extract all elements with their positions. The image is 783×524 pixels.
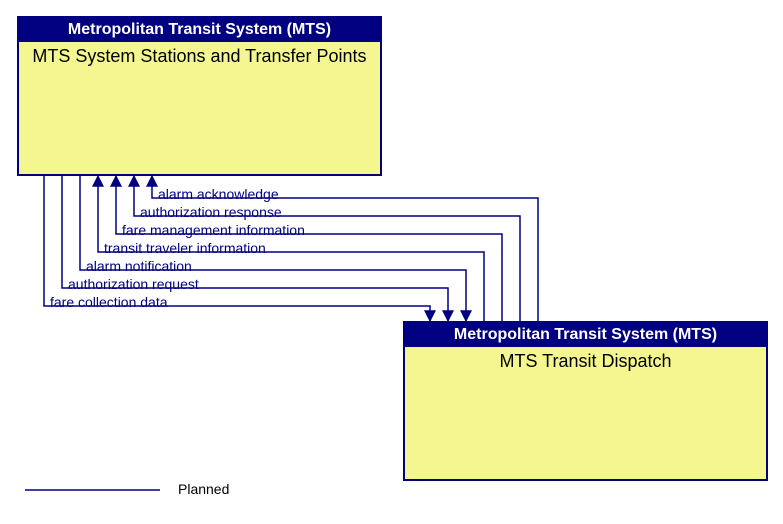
flow-label-transit-traveler-information: transit traveler information: [104, 240, 266, 256]
legend-label-planned: Planned: [178, 481, 229, 497]
entity-box-dispatch: Metropolitan Transit System (MTS) MTS Tr…: [403, 321, 768, 481]
diagram-stage: Metropolitan Transit System (MTS) MTS Sy…: [0, 0, 783, 524]
entity-title-stations: MTS System Stations and Transfer Points: [19, 42, 380, 67]
flow-label-fare-collection-data: fare collection data: [50, 294, 168, 310]
entity-box-stations: Metropolitan Transit System (MTS) MTS Sy…: [17, 16, 382, 176]
entity-org-dispatch: Metropolitan Transit System (MTS): [405, 323, 766, 347]
flow-label-authorization-request: authorization request: [68, 276, 199, 292]
flow-label-alarm-acknowledge: alarm acknowledge: [158, 186, 279, 202]
flow-label-fare-management-information: fare management information: [122, 222, 305, 238]
entity-title-dispatch: MTS Transit Dispatch: [405, 347, 766, 372]
flow-label-alarm-notification: alarm notification: [86, 258, 192, 274]
entity-org-stations: Metropolitan Transit System (MTS): [19, 18, 380, 42]
flow-label-authorization-response: authorization response: [140, 204, 282, 220]
